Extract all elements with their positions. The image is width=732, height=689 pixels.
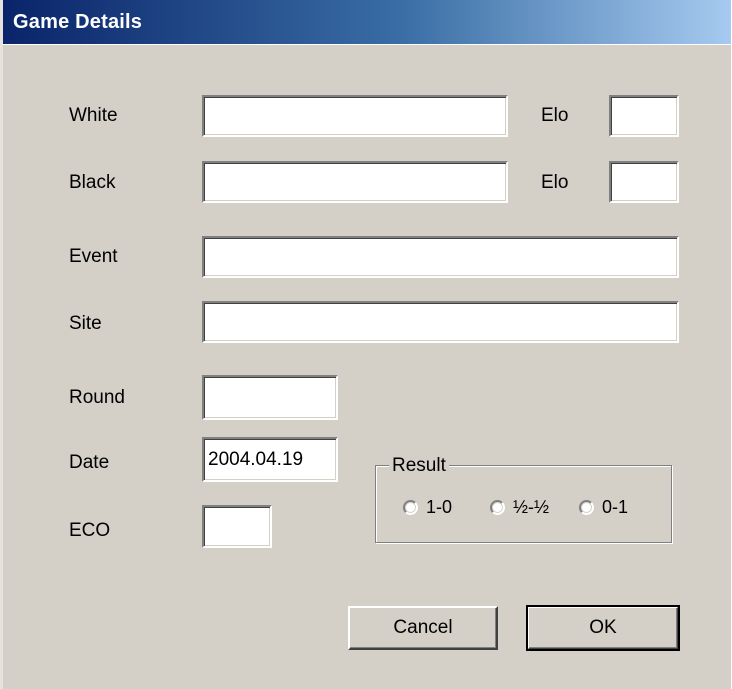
result-legend: Result bbox=[389, 455, 449, 477]
ok-button[interactable]: OK bbox=[526, 605, 680, 651]
black-elo-input[interactable] bbox=[609, 161, 679, 203]
white-label: White bbox=[69, 105, 118, 126]
radio-1-0-icon[interactable] bbox=[403, 499, 418, 515]
radio-1-0-label: 1-0 bbox=[426, 497, 453, 517]
event-input[interactable] bbox=[202, 236, 679, 278]
radio-0-1-icon[interactable] bbox=[579, 499, 594, 515]
black-player-input[interactable] bbox=[202, 161, 508, 203]
white-elo-label: Elo bbox=[541, 105, 569, 126]
cancel-button[interactable]: Cancel bbox=[348, 606, 498, 650]
black-label: Black bbox=[69, 172, 116, 193]
site-label: Site bbox=[69, 313, 102, 334]
eco-label: ECO bbox=[69, 520, 111, 541]
result-option-black-wins[interactable]: 0-1 bbox=[579, 496, 628, 518]
date-input[interactable] bbox=[202, 437, 338, 482]
round-label: Round bbox=[69, 387, 125, 408]
radio-0-1-label: 0-1 bbox=[602, 497, 629, 517]
round-input[interactable] bbox=[202, 375, 338, 420]
radio-draw-icon[interactable] bbox=[490, 499, 505, 515]
white-player-input[interactable] bbox=[202, 95, 508, 137]
site-input[interactable] bbox=[202, 301, 679, 343]
client-edge bbox=[3, 44, 731, 67]
radio-draw-label: ½-½ bbox=[513, 497, 550, 517]
window-title: Game Details bbox=[13, 11, 143, 33]
result-option-draw[interactable]: ½-½ bbox=[490, 496, 549, 518]
date-label: Date bbox=[69, 452, 110, 473]
white-elo-input[interactable] bbox=[609, 95, 679, 137]
black-elo-label: Elo bbox=[541, 172, 569, 193]
event-label: Event bbox=[69, 246, 118, 267]
result-option-white-wins[interactable]: 1-0 bbox=[403, 496, 452, 518]
game-details-dialog: Game Details White Elo Black Elo Event S… bbox=[0, 0, 732, 689]
title-bar[interactable]: Game Details bbox=[3, 0, 731, 44]
eco-input[interactable] bbox=[202, 505, 272, 548]
